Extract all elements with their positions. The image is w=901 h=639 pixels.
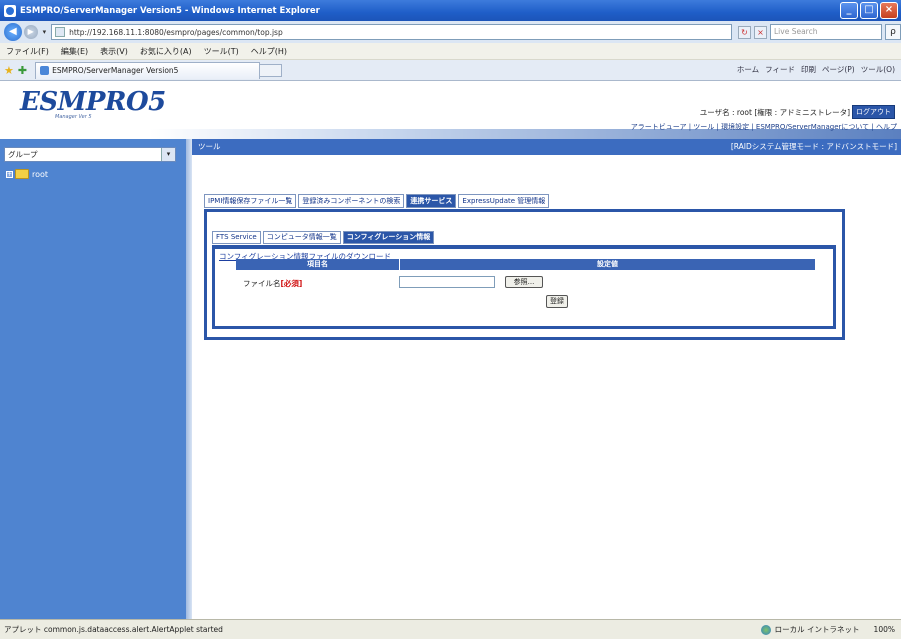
file-path-input[interactable] [399,276,495,288]
new-tab-button[interactable] [260,63,283,77]
tab-component-search[interactable]: 登録済みコンポーネントの検索 [298,194,405,208]
menu-view[interactable]: 表示(V) [100,46,128,57]
favorites-star-icon[interactable]: ★ [4,64,14,77]
tab-fts-service[interactable]: FTS Service [212,231,261,244]
chevron-down-icon[interactable]: ▾ [161,148,175,161]
search-icon[interactable]: ρ [885,24,901,40]
close-button[interactable]: × [880,2,898,19]
column-value-header: 設定値 [400,259,815,270]
raid-mode-label: [RAIDシステム管理モード : アドバンストモード] [730,142,897,151]
search-input[interactable]: Live Search [770,24,882,40]
tools-menu-button[interactable]: ツール(O) [861,64,895,75]
home-button[interactable]: ホーム [737,64,759,75]
window-controls: _ □ × [840,2,898,19]
outer-tab-panel: FTS Service コンピュータ情報一覧 コンフィグレーション情報 コンフィ… [204,209,845,340]
url-input[interactable]: http://192.168.11.1:8080/esmpro/pages/co… [51,24,732,40]
add-favorites-icon[interactable]: ✚ [18,64,27,77]
ie-icon [4,4,16,17]
url-text: http://192.168.11.1:8080/esmpro/pages/co… [69,27,283,37]
security-zone: ローカル イントラネット [760,624,860,635]
refresh-icon[interactable]: ↻ [738,25,751,39]
main-content: IPMI情報保存ファイル一覧 登録済みコンポーネントの検索 連携サービス Exp… [192,155,901,619]
folder-icon [15,169,29,179]
menu-edit[interactable]: 編集(E) [61,46,88,57]
forward-button[interactable]: ▶ [23,25,38,39]
zoom-level[interactable]: 100% [874,625,895,634]
app-header: ESMPRO5 Manager Ver 5 ユーザ名 : root [権限 : … [0,81,901,139]
browse-button[interactable]: 参照... [505,276,543,288]
browser-tab-bar: ★ ✚ ESMPRO/ServerManager Version5 ホーム フィ… [0,60,901,81]
maximize-button[interactable]: □ [860,2,878,19]
header-links[interactable]: アラートビューア | ツール | 環境設定 | ESMPRO/ServerMan… [631,122,897,132]
logo-subtitle: Manager Ver 5 [55,114,92,120]
tab-computer-list[interactable]: コンピュータ情報一覧 [262,231,341,244]
window-titlebar: ESMPRO/ServerManager Version5 - Windows … [0,0,901,21]
zone-label: ローカル イントラネット [774,625,860,634]
browser-tab-active[interactable]: ESMPRO/ServerManager Version5 [35,61,261,79]
user-text: ユーザ名 : root [権限 : アドミニストレータ] [699,107,850,117]
tab-linked-services[interactable]: 連携サービス [406,194,457,208]
page-icon [55,27,66,37]
minimize-button[interactable]: _ [840,2,858,19]
stop-icon[interactable]: × [754,25,767,39]
status-text: アプレット common.js.dataaccess.alert.AlertAp… [4,625,223,634]
globe-icon [760,624,771,635]
tab-ipmi-files[interactable]: IPMI情報保存ファイル一覧 [204,194,297,208]
menu-bar: ファイル(F) 編集(E) 表示(V) お気に入り(A) ツール(T) ヘルプ(… [0,43,901,60]
window-title: ESMPRO/ServerManager Version5 - Windows … [20,5,320,16]
inner-tab-panel: コンフィグレーション情報ファイルのダウンロード 項目名 設定値 ファイル名[必須… [212,245,836,329]
user-info: ユーザ名 : root [権限 : アドミニストレータ] ログアウト [700,105,895,119]
file-name-label: ファイル名[必須] [243,278,302,289]
main-title: ツール [198,142,221,151]
main-title-bar: ツール [RAIDシステム管理モード : アドバンストモード] [192,139,901,155]
table-header: 項目名 設定値 [236,259,815,270]
menu-tools[interactable]: ツール(T) [204,46,239,57]
tree-item-root[interactable]: + root [6,169,48,179]
feeds-button[interactable]: フィード [765,64,795,75]
group-select-value: グループ [8,150,38,159]
expand-icon[interactable]: + [6,170,13,178]
page-menu-button[interactable]: ページ(P) [822,64,855,75]
command-toolbar: ホーム フィード 印刷 ページ(P) ツール(O) [737,64,895,75]
tree-root-label: root [32,169,49,179]
inner-tabs: FTS Service コンピュータ情報一覧 コンフィグレーション情報 [212,231,435,244]
file-label-text: ファイル名 [243,279,281,288]
group-select[interactable]: グループ ▾ [4,147,176,162]
required-badge: [必須] [280,279,303,288]
outer-tabs: IPMI情報保存ファイル一覧 登録済みコンポーネントの検索 連携サービス Exp… [204,194,550,208]
address-bar: ◀ ▶ ▾ http://192.168.11.1:8080/esmpro/pa… [0,21,901,43]
print-button[interactable]: 印刷 [801,64,816,75]
register-button[interactable]: 登録 [546,295,568,308]
column-item-header: 項目名 [236,259,400,270]
menu-help[interactable]: ヘルプ(H) [251,46,287,57]
url-tools: ↻ × Live Search ρ [738,24,901,40]
menu-file[interactable]: ファイル(F) [6,46,49,57]
tab-expressupdate[interactable]: ExpressUpdate 管理情報 [458,194,550,208]
status-bar: アプレット common.js.dataaccess.alert.AlertAp… [0,619,901,639]
logout-button[interactable]: ログアウト [852,105,895,119]
menu-favorites[interactable]: お気に入り(A) [140,46,192,57]
tab-configuration[interactable]: コンフィグレーション情報 [342,231,435,244]
history-dropdown-icon[interactable]: ▾ [43,28,47,36]
back-button[interactable]: ◀ [4,23,22,41]
left-panel: グループ ▾ + root [0,139,186,619]
esmpro-logo: ESMPRO5 [20,87,166,117]
